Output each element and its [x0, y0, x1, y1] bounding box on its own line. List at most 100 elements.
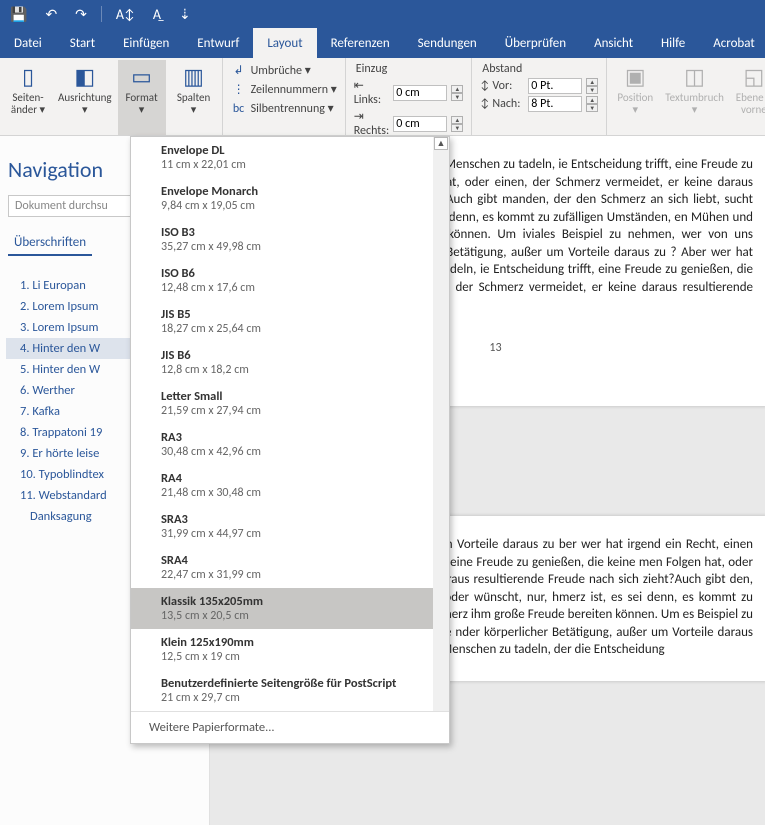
page-margins-button[interactable]: ▯ Seiten- änder ▾ — [4, 60, 52, 135]
position-icon: ▣ — [621, 62, 649, 90]
tab-ansicht[interactable]: Ansicht — [580, 28, 647, 58]
format-icon: ▭ — [128, 62, 156, 90]
page-size-option[interactable]: Letter Small21,59 cm x 27,94 cm — [131, 383, 449, 424]
dropdown-scrollbar[interactable]: ▲ ▼ — [433, 137, 449, 711]
breaks-label: Umbrüche ▾ — [251, 63, 311, 78]
page-size-option-dim: 9,84 cm x 19,05 cm — [161, 199, 439, 213]
undo-icon[interactable]: ↶ — [41, 4, 61, 25]
page-size-option-title: SRA4 — [161, 553, 439, 568]
page-size-option[interactable]: ISO B335,27 cm x 49,98 cm — [131, 219, 449, 260]
page-size-option-dim: 21,59 cm x 27,94 cm — [161, 404, 439, 418]
orientation-label: Ausrichtung ▾ — [58, 92, 112, 116]
text-wrap-button: ◫ Textumbruch ▾ — [663, 60, 726, 135]
bring-forward-label: Ebene n vorne — [736, 92, 765, 116]
tab-einfügen[interactable]: Einfügen — [109, 28, 183, 58]
page-size-option-title: JIS B6 — [161, 348, 439, 363]
position-label: Position ▾ — [617, 92, 653, 116]
page-size-option[interactable]: Klein 125x190mm12,5 cm x 19 cm — [131, 629, 449, 670]
hyphenation-label: Silbentrennung ▾ — [251, 101, 334, 116]
ribbon: ▯ Seiten- änder ▾ ◧ Ausrichtung ▾ ▭ Form… — [0, 58, 765, 136]
page-size-dropdown: ▲ ▼ Envelope DL11 cm x 22,01 cmEnvelope … — [130, 136, 450, 744]
page-size-option-title: RA3 — [161, 430, 439, 445]
tab-acrobat[interactable]: Acrobat — [699, 28, 765, 58]
font-size-icon[interactable]: A↕ — [112, 4, 139, 25]
spacing-before-spinner[interactable]: ▲▼ — [586, 78, 598, 94]
orientation-button[interactable]: ◧ Ausrichtung ▾ — [56, 60, 114, 135]
indent-right-spinner[interactable]: ▲▼ — [451, 116, 463, 132]
columns-button[interactable]: ▥ Spalten ▾ — [170, 60, 218, 135]
line-numbers-icon: ⋮ — [231, 82, 247, 97]
spacing-after-input[interactable] — [528, 96, 582, 112]
page-size-option-dim: 12,5 cm x 19 cm — [161, 650, 439, 664]
page-size-option-dim: 18,27 cm x 25,64 cm — [161, 322, 439, 336]
indent-left-spinner[interactable]: ▲▼ — [451, 85, 463, 101]
page-size-option-dim: 30,48 cm x 42,96 cm — [161, 445, 439, 459]
page-size-option-title: Klassik 135x205mm — [161, 594, 439, 609]
page-size-option[interactable]: RA421,48 cm x 30,48 cm — [131, 465, 449, 506]
page-size-option[interactable]: Envelope Monarch9,84 cm x 19,05 cm — [131, 178, 449, 219]
page-size-option[interactable]: SRA331,99 cm x 44,97 cm — [131, 506, 449, 547]
page-size-option-title: Letter Small — [161, 389, 439, 404]
page-size-option-dim: 21 cm x 29,7 cm — [161, 691, 439, 705]
qat-more-icon[interactable]: ⇣ — [175, 4, 195, 25]
tab-start[interactable]: Start — [56, 28, 109, 58]
page-size-option[interactable]: RA330,48 cm x 42,96 cm — [131, 424, 449, 465]
tab-hilfe[interactable]: Hilfe — [647, 28, 699, 58]
font-style-icon[interactable]: A̲ — [149, 4, 165, 25]
spacing-after-spinner[interactable]: ▲▼ — [586, 96, 598, 112]
quick-access-toolbar: 💾 ↶ ↷ A↕ A̲ ⇣ — [0, 0, 765, 28]
page-size-option-dim: 31,99 cm x 44,97 cm — [161, 527, 439, 541]
page-size-option-title: ISO B6 — [161, 266, 439, 281]
indent-right-input[interactable] — [393, 116, 447, 132]
page-size-option-title: Envelope Monarch — [161, 184, 439, 199]
nav-headings-tab[interactable]: Überschriften — [8, 231, 92, 256]
more-paper-sizes[interactable]: Weitere Papierformate... — [131, 711, 449, 743]
save-icon[interactable]: 💾 — [6, 4, 31, 25]
page-size-option[interactable]: JIS B612,8 cm x 18,2 cm — [131, 342, 449, 383]
spacing-before-label: ↕ Vor: — [480, 79, 524, 93]
page-size-option-title: SRA3 — [161, 512, 439, 527]
page-size-option-title: Benutzerdefinierte Seitengröße für PostS… — [161, 676, 439, 691]
breaks-button[interactable]: ↲ Umbrüche ▾ — [227, 62, 341, 79]
tab-layout[interactable]: Layout — [253, 28, 316, 58]
hyphenation-button[interactable]: bc Silbentrennung ▾ — [227, 100, 341, 117]
page-size-option-dim: 11 cm x 22,01 cm — [161, 158, 439, 172]
page-size-option-dim: 35,27 cm x 49,98 cm — [161, 240, 439, 254]
indent-left-input[interactable] — [393, 85, 447, 101]
line-numbers-button[interactable]: ⋮Zeilennummern ▾ — [227, 81, 341, 98]
bring-forward-icon: ◱ — [740, 62, 765, 90]
format-label: Format ▾ — [125, 92, 157, 116]
indent-right-icon: ⇥ — [354, 110, 364, 124]
page-size-option-dim: 21,48 cm x 30,48 cm — [161, 486, 439, 500]
position-button: ▣ Position ▾ — [611, 60, 659, 135]
spacing-before-input[interactable] — [528, 78, 582, 94]
scroll-up-icon[interactable]: ▲ — [434, 137, 448, 150]
bring-forward-button: ◱ Ebene n vorne — [730, 60, 765, 135]
format-button[interactable]: ▭ Format ▾ — [118, 60, 166, 135]
columns-label: Spalten ▾ — [177, 92, 210, 116]
orientation-icon: ◧ — [71, 62, 99, 90]
indent-right-label: ⇥ Rechts: — [354, 109, 390, 138]
indent-left-icon: ⇤ — [354, 79, 364, 93]
page-size-option[interactable]: Benutzerdefinierte Seitengröße für PostS… — [131, 670, 449, 711]
redo-icon[interactable]: ↷ — [71, 4, 91, 25]
tab-überprüfen[interactable]: Überprüfen — [491, 28, 580, 58]
hyphenation-icon: bc — [231, 102, 247, 116]
tab-sendungen[interactable]: Sendungen — [404, 28, 491, 58]
breaks-icon: ↲ — [231, 63, 247, 78]
tab-referenzen[interactable]: Referenzen — [317, 28, 404, 58]
page-size-option[interactable]: ISO B612,48 cm x 17,6 cm — [131, 260, 449, 301]
page-size-option[interactable]: Klassik 135x205mm13,5 cm x 20,5 cm — [131, 588, 449, 629]
page-size-option[interactable]: SRA422,47 cm x 31,99 cm — [131, 547, 449, 588]
margins-icon: ▯ — [14, 62, 42, 90]
spacing-after-icon: ↕ — [480, 97, 492, 111]
tab-datei[interactable]: Datei — [0, 28, 56, 58]
page-size-option-dim: 13,5 cm x 20,5 cm — [161, 609, 439, 623]
page-size-option-title: ISO B3 — [161, 225, 439, 240]
page-size-option[interactable]: JIS B518,27 cm x 25,64 cm — [131, 301, 449, 342]
page-size-option-dim: 12,48 cm x 17,6 cm — [161, 281, 439, 295]
page-size-option-title: JIS B5 — [161, 307, 439, 322]
page-size-option-title: RA4 — [161, 471, 439, 486]
page-size-option[interactable]: Envelope DL11 cm x 22,01 cm — [131, 137, 449, 178]
tab-entwurf[interactable]: Entwurf — [183, 28, 253, 58]
